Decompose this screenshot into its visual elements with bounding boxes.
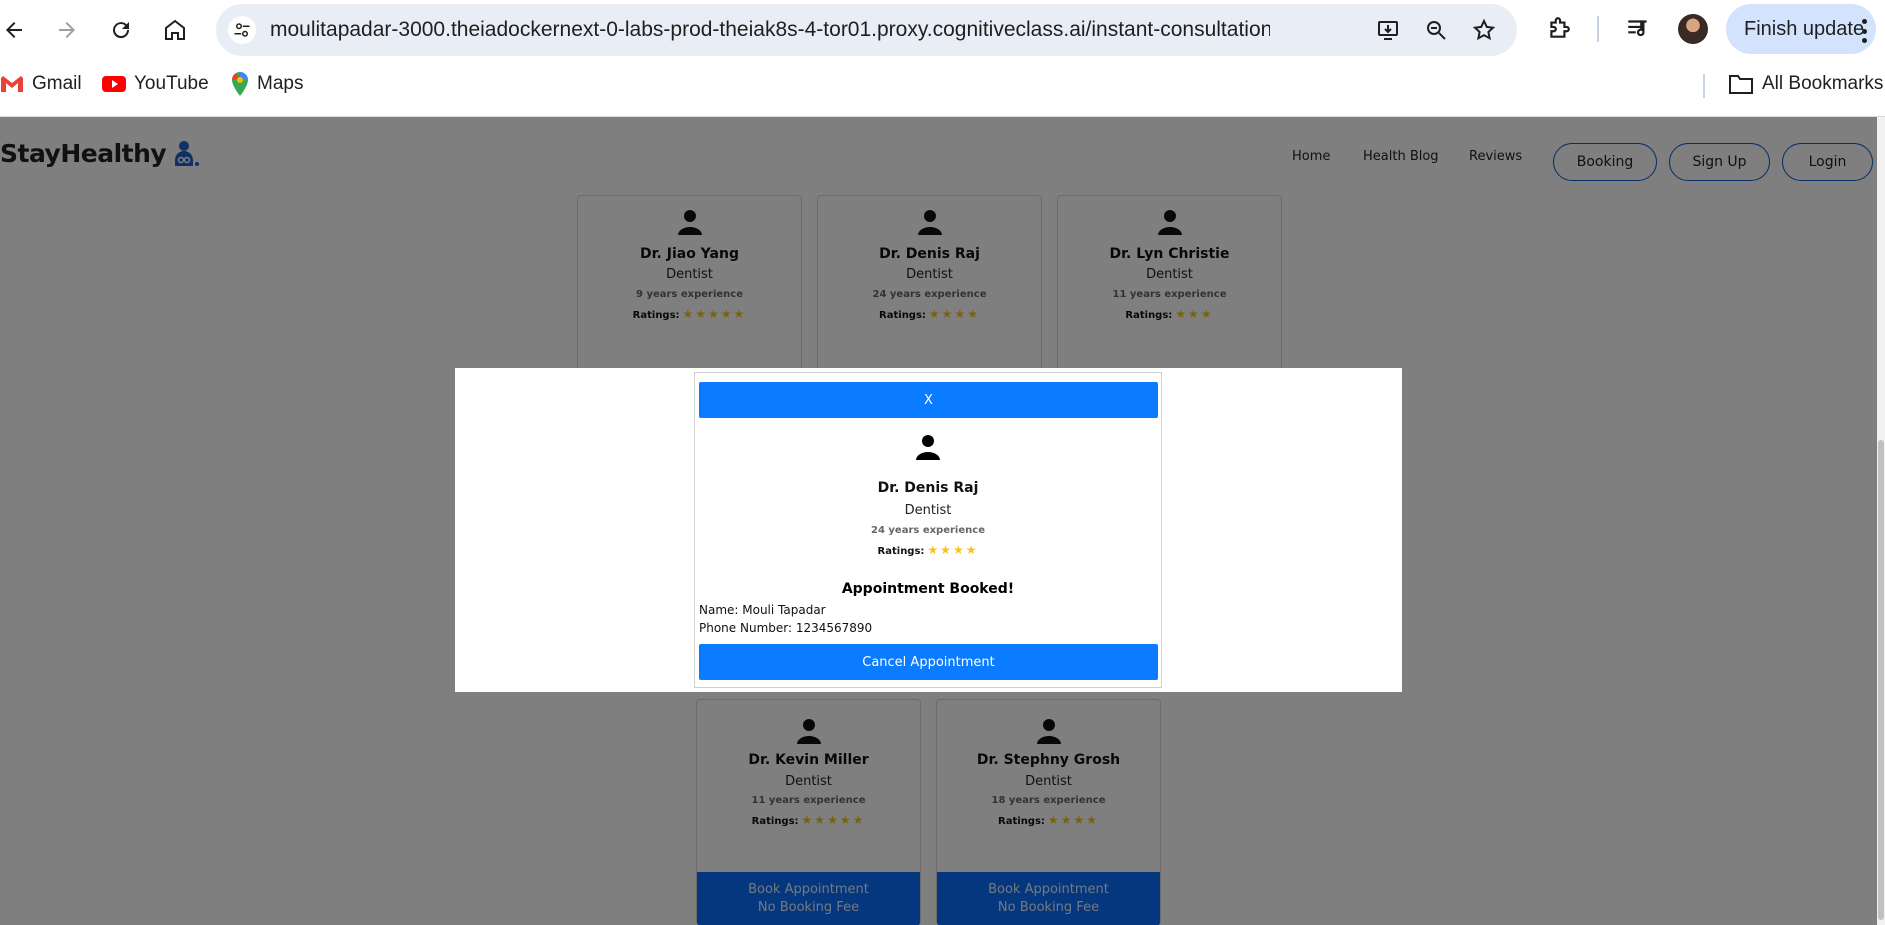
ratings-label: Ratings: [877, 546, 925, 557]
site-info-button[interactable] [228, 16, 256, 44]
bookmark-star-button[interactable] [1470, 16, 1498, 44]
install-app-button[interactable] [1374, 16, 1402, 44]
url-text[interactable]: moulitapadar-3000.theiadockernext-0-labs… [270, 18, 1270, 42]
bookmark-label: Maps [257, 73, 304, 94]
home-icon [165, 19, 185, 40]
bookmark-youtube[interactable]: YouTube [102, 70, 209, 98]
forward-arrow-icon [59, 22, 75, 38]
puzzle-icon [1550, 17, 1570, 38]
zoom-out-icon [1427, 21, 1446, 40]
browser-menu-icon[interactable] [1860, 19, 1868, 43]
address-bar[interactable]: moulitapadar-3000.theiadockernext-0-labs… [216, 4, 1517, 56]
youtube-icon [102, 76, 126, 92]
close-modal-button[interactable]: X [699, 382, 1158, 418]
maps-icon [231, 72, 248, 96]
profile-avatar[interactable] [1678, 14, 1708, 44]
page-content: StayHealthy Home Health Blog Reviews Boo… [0, 117, 1885, 925]
reload-button[interactable] [101, 10, 141, 50]
cancel-appointment-button[interactable]: Cancel Appointment [699, 644, 1158, 680]
playlist-icon [1628, 20, 1647, 37]
patient-name: Name: Mouli Tapadar [699, 603, 826, 617]
modal-doctor-speciality: Dentist [904, 503, 952, 518]
scrollbar-thumb[interactable] [1878, 440, 1884, 920]
modal-doctor-ratings: Ratings: ★★★★ [695, 543, 1161, 557]
install-icon [1378, 21, 1398, 40]
modal-doctor-card: X Dr. Denis Raj Dentist 24 years experie… [694, 372, 1162, 688]
page-scrollbar[interactable] [1877, 117, 1885, 925]
bookmark-maps[interactable]: Maps [231, 70, 303, 98]
bookmarks-bar: Gmail YouTube Maps All Bookmarks [0, 64, 1885, 104]
modal-doctor-name: Dr. Denis Raj [877, 480, 979, 496]
back-button[interactable] [0, 10, 34, 50]
all-bookmarks-label: All Bookmarks [1762, 73, 1884, 94]
bookmark-label: YouTube [134, 73, 209, 94]
toolbar-divider [1597, 16, 1599, 42]
forward-button[interactable] [47, 10, 87, 50]
patient-phone: Phone Number: 1234567890 [699, 621, 873, 635]
tune-icon [234, 23, 250, 37]
all-bookmarks-button[interactable]: All Bookmarks [1728, 70, 1883, 98]
appointment-modal: X Dr. Denis Raj Dentist 24 years experie… [455, 368, 1402, 692]
browser-chrome: moulitapadar-3000.theiadockernext-0-labs… [0, 0, 1885, 117]
star-rating-icon: ★★★★ [927, 543, 979, 557]
bookmarks-divider [1703, 74, 1705, 98]
zoom-button[interactable] [1422, 16, 1450, 44]
bookmark-label: Gmail [32, 73, 82, 94]
reload-icon [113, 22, 130, 39]
person-icon [916, 435, 940, 460]
finish-update-button[interactable]: Finish update [1726, 4, 1876, 54]
gmail-icon [1, 76, 23, 92]
star-outline-icon [1472, 18, 1496, 41]
home-button[interactable] [155, 10, 195, 50]
media-controls-button[interactable] [1622, 12, 1654, 44]
extensions-button[interactable] [1543, 12, 1575, 44]
appointment-booked-title: Appointment Booked! [841, 581, 1015, 597]
back-arrow-icon [6, 22, 22, 38]
modal-doctor-experience: 24 years experience [871, 525, 985, 536]
folder-icon [1729, 75, 1753, 94]
bookmark-gmail[interactable]: Gmail [0, 70, 82, 98]
